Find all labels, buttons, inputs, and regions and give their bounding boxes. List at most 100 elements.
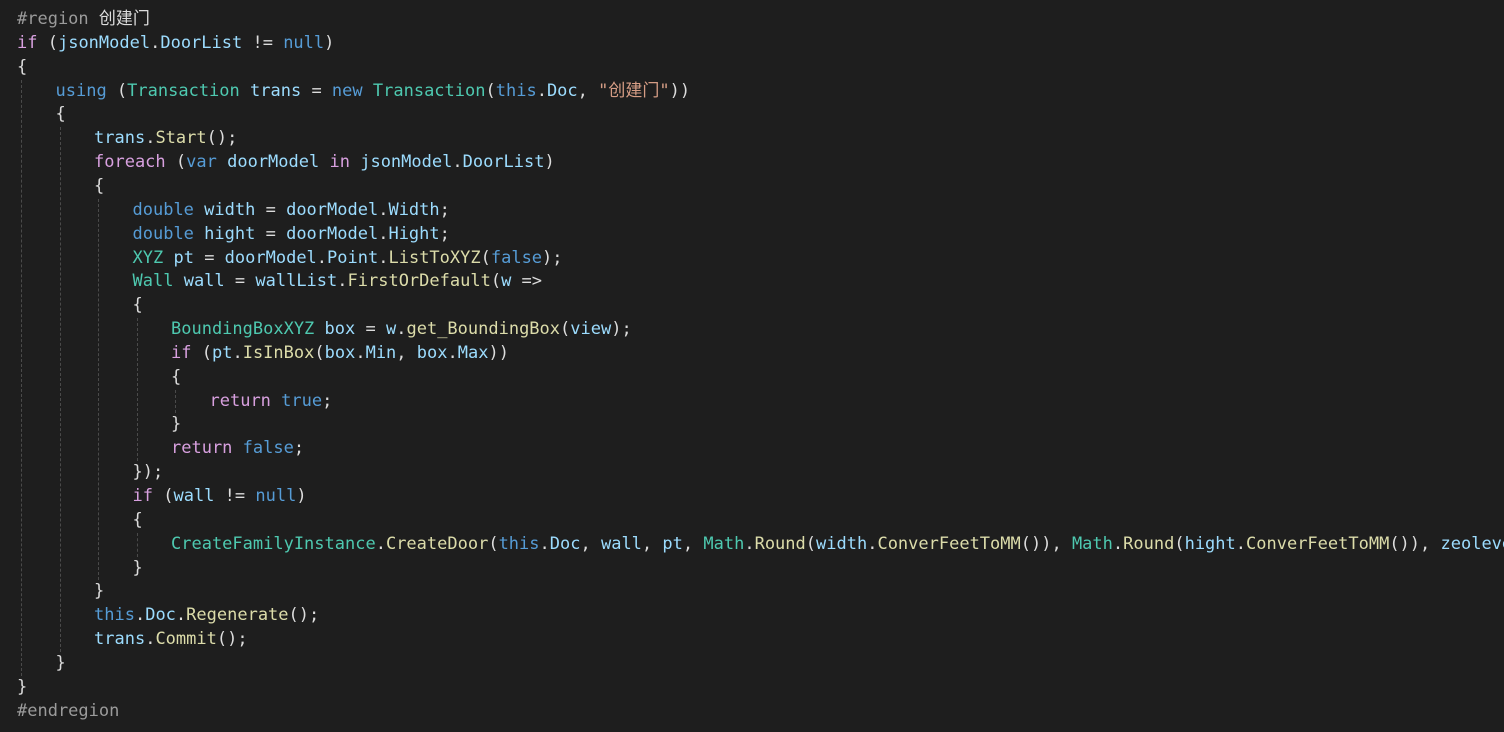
code-token: Hight [388,223,440,244]
code-token: ListToXYZ [388,247,481,268]
code-token: in [329,152,350,173]
code-token: , [396,342,417,363]
code-token: get_BoundingBox [406,319,561,340]
code-token: double [132,199,194,220]
code-line: double hight = doorModel.Hight; [133,223,450,247]
code-token: ( [165,152,187,173]
code-token: pt [662,533,683,554]
code-token: )) [669,80,691,101]
code-token: . [1112,533,1124,554]
code-token: } [132,557,143,578]
code-token: { [132,295,143,316]
code-token: Width [388,199,440,220]
code-token: wall [183,271,225,292]
code-token: { [17,56,28,77]
code-line: { [56,103,66,127]
code-token: ( [314,342,325,363]
code-token: null [283,32,325,53]
code-line: if (jsonModel.DoorList != null) [17,32,334,56]
code-token: DoorList [462,152,545,173]
code-token: } [94,581,105,602]
code-token: return [209,390,271,411]
code-token: . [355,342,366,363]
code-token: . [150,32,161,53]
code-token: null [255,486,297,506]
code-token: . [134,605,146,626]
code-token: . [145,629,156,650]
code-token: ; [439,199,450,220]
code-token: ( [191,342,212,363]
code-line: return true; [210,390,333,414]
code-token: if [17,32,38,53]
code-token: ( [480,247,491,268]
code-token: ); [611,319,632,340]
code-token: pt [173,247,194,268]
code-line: trans.Start(); [94,127,237,151]
code-token: Doc [549,533,581,554]
code-token: (); [206,128,238,149]
code-token: , [577,80,599,101]
indent-guide [136,532,138,557]
code-token: = [224,271,256,292]
code-token: . [316,247,328,268]
code-token: , [682,533,704,554]
code-editor[interactable]: #region 创建门 if (jsonModel.DoorList != nul… [0,0,1504,732]
code-token: jsonModel [360,152,453,173]
code-line: { [171,366,181,390]
code-token: XYZ [132,247,164,268]
code-token: Point [327,247,379,268]
code-token: Start [155,128,207,149]
code-token: return [171,438,233,459]
code-token: , [580,533,601,554]
code-token: ( [490,271,502,292]
code-token: "创建门" [598,80,670,101]
code-token: w [385,319,397,340]
code-line: foreach (var doorModel in jsonModel.Door… [94,151,555,175]
code-token: doorModel [224,247,317,268]
indent-guide [98,198,99,581]
code-line: CreateFamilyInstance.CreateDoor(this.Doc… [171,533,1504,557]
indent-guide [136,318,138,462]
code-token: = [193,247,225,268]
code-token: Regenerate [186,605,289,626]
code-token: . [447,342,458,363]
code-token: . [1235,533,1247,554]
code-token: this [94,605,135,626]
code-token: IsInBox [242,342,315,363]
code-line: { [133,294,143,318]
code-token: => [511,271,543,292]
code-token: this [498,533,540,554]
code-token: Round [1123,533,1175,554]
code-token: { [94,175,105,196]
code-token: this [495,80,537,101]
code-token: { [55,104,66,125]
indent-guide [21,79,22,676]
code-token: } [55,652,66,673]
code-token: foreach [94,152,166,173]
code-token: ( [560,319,571,340]
code-token: ( [1174,533,1185,554]
code-line: { [17,56,27,80]
code-token: = [255,223,287,244]
code-token: Min [365,342,397,363]
code-token: . [232,342,243,363]
code-token: } [17,676,28,697]
code-token: double [132,223,194,244]
code-token: != [242,32,284,53]
code-line: using (Transaction trans = new Transacti… [56,80,691,104]
code-token: = [355,319,386,340]
code-token: ( [488,533,499,554]
code-token: pt [211,342,233,363]
code-token: box [324,342,356,363]
code-token: Wall [132,271,174,292]
code-token: ( [37,32,58,53]
code-token: width [204,199,256,220]
code-token: . [378,199,389,220]
code-token: FirstOrDefault [347,271,491,292]
code-token: jsonModel [57,32,151,53]
code-token: . [396,319,407,340]
